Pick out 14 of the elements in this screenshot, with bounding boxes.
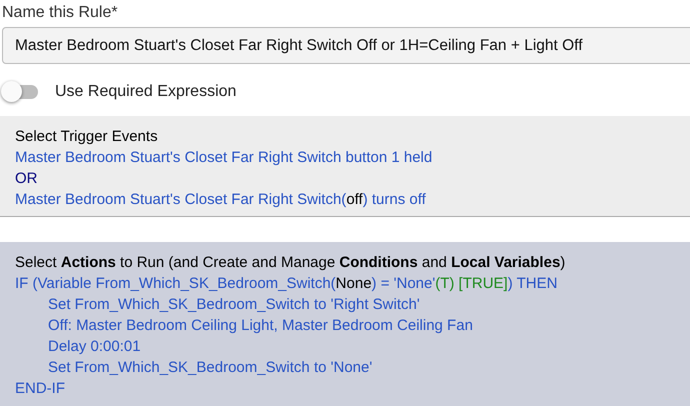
action-link[interactable]: Off: Master Bedroom Ceiling Light, Master Bedroom Ceiling Fan (48, 315, 675, 336)
rule-name-label: Name this Rule* (1, 3, 119, 23)
rule-name-field[interactable]: Master Bedroom Stuart's Closet Far Right Switch Off or 1H=Ceiling Fan + Light Off (2, 27, 690, 64)
actions-title: Select Actions to Run (and Create and Manage Conditions and Local Variables) (15, 253, 566, 273)
action-link[interactable]: Set From_Which_SK_Bedroom_Switch to 'None' (48, 357, 675, 378)
trigger-title: Select Trigger Events (15, 127, 159, 147)
trigger-link[interactable]: Master Bedroom Stuart's Closet Far Right Switch(off) turns off (15, 189, 675, 210)
action-link[interactable]: Delay 0:00:01 (48, 336, 675, 357)
trigger-link[interactable]: Master Bedroom Stuart's Closet Far Right Switch button 1 held (15, 147, 675, 168)
action-link[interactable]: Set From_Which_SK_Bedroom_Switch to 'Right Switch' (48, 294, 675, 315)
toggle-label: Use Required Expression (55, 82, 236, 102)
action-link[interactable]: END-IF (15, 378, 675, 399)
operator-text: OR (15, 169, 38, 189)
action-link[interactable]: IF (Variable From_Which_SK_Bedroom_Switch(None) = 'None'(T) [TRUE]) THEN (15, 273, 675, 294)
